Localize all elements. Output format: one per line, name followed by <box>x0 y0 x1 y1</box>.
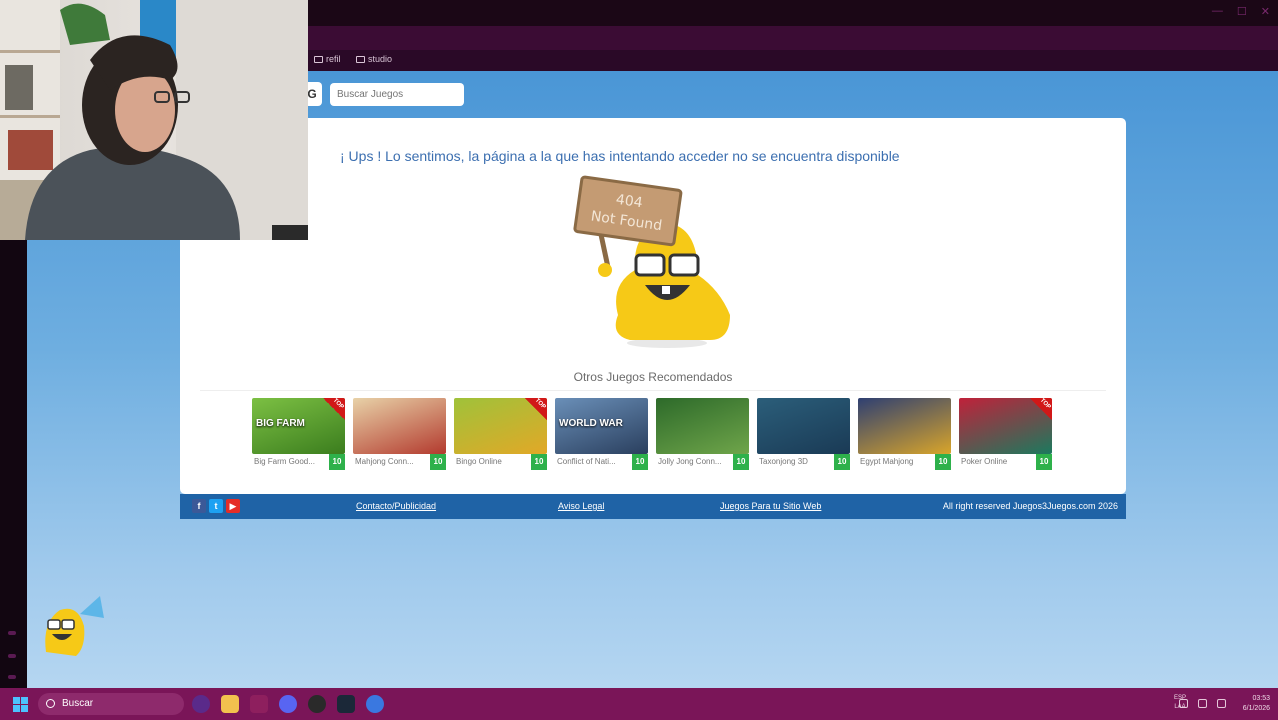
error-message: ¡ Ups ! Lo sentimos, la página a la que … <box>340 148 900 164</box>
network-icon[interactable] <box>1198 699 1207 708</box>
youtube-icon[interactable]: ▶ <box>226 499 240 513</box>
game-tile[interactable]: Egypt Mahjong 10 <box>858 398 951 470</box>
game-thumbnail[interactable] <box>353 398 446 454</box>
game-tile[interactable]: BIG FARM TOP Big Farm Good... 10 <box>252 398 345 470</box>
search-icon <box>46 699 55 708</box>
game-name[interactable]: Taxonjong 3D <box>759 457 833 466</box>
game-name[interactable]: Jolly Jong Conn... <box>658 457 732 466</box>
file-explorer-icon[interactable] <box>221 695 239 713</box>
language-code: ESP <box>1173 695 1186 701</box>
close-icon[interactable]: ✕ <box>1261 5 1270 18</box>
clock-date: 6/1/2026 <box>1242 705 1270 712</box>
game-tile[interactable]: TOP Bingo Online 10 <box>454 398 547 470</box>
taskbar-search-label: Buscar <box>62 698 94 709</box>
bookmark-label: studio <box>368 54 393 64</box>
game-name[interactable]: Conflict of Nati... <box>557 457 631 466</box>
copyright: All right reserved Juegos3Juegos.com 202… <box>942 501 1118 511</box>
site-footer: f t ▶ Contacto/Publicidad Aviso Legal Ju… <box>180 494 1126 519</box>
minimize-icon[interactable]: — <box>1212 5 1223 18</box>
game-score-badge: 10 <box>531 454 547 470</box>
bookmark-label: refil <box>326 54 341 64</box>
microphone-icon[interactable] <box>1217 699 1226 708</box>
mascot-illustration: 404 Not Found <box>573 175 730 348</box>
game-tile[interactable]: Jolly Jong Conn... 10 <box>656 398 749 470</box>
recommended-title: Otros Juegos Recomendados <box>573 370 733 384</box>
game-tile[interactable]: Mahjong Conn... 10 <box>353 398 446 470</box>
game-score-badge: 10 <box>632 454 648 470</box>
game-score-badge: 10 <box>834 454 850 470</box>
game-thumbnail[interactable]: TOP <box>959 398 1052 454</box>
game-name[interactable]: Egypt Mahjong <box>860 457 934 466</box>
bookmark-folder[interactable]: refil <box>314 54 341 64</box>
game-thumbnail[interactable] <box>858 398 951 454</box>
folder-icon <box>356 55 365 63</box>
games-for-site-link[interactable]: Juegos Para tu Sitio Web <box>720 501 821 511</box>
windows-taskbar: Buscar ESP LAA 03:53 6/1/2026 <box>0 688 1278 720</box>
top-badge: TOP <box>1030 398 1052 420</box>
keyboard-layout: LAA <box>1174 704 1186 710</box>
app-icon[interactable] <box>192 695 210 713</box>
webcam-feed <box>0 0 308 240</box>
game-score-badge: 10 <box>935 454 951 470</box>
game-thumbnail[interactable]: TOP <box>454 398 547 454</box>
game-name[interactable]: Big Farm Good... <box>254 457 328 466</box>
start-button[interactable] <box>13 697 28 712</box>
game-score-badge: 10 <box>733 454 749 470</box>
system-tray <box>1179 699 1226 708</box>
contact-link[interactable]: Contacto/Publicidad <box>356 501 436 511</box>
game-thumbnail[interactable]: WORLD WAR <box>555 398 648 454</box>
search-input[interactable] <box>330 83 464 106</box>
clock[interactable]: 03:53 6/1/2026 <box>1243 694 1270 714</box>
app-icon[interactable] <box>366 695 384 713</box>
game-name[interactable]: Mahjong Conn... <box>355 457 429 466</box>
game-name[interactable]: Poker Online <box>961 457 1035 466</box>
facebook-icon[interactable]: f <box>192 499 206 513</box>
recommended-games-list: BIG FARM TOP Big Farm Good... 10 Mahjong Con… <box>252 398 1052 470</box>
game-thumbnail[interactable] <box>656 398 749 454</box>
game-name[interactable]: Bingo Online <box>456 457 530 466</box>
maximize-icon[interactable]: ☐ <box>1237 5 1247 18</box>
game-tile[interactable]: TOP Poker Online 10 <box>959 398 1052 470</box>
discord-icon[interactable] <box>279 695 297 713</box>
clock-time: 03:53 <box>1252 695 1270 702</box>
language-indicator[interactable]: ESP LAA <box>1174 694 1186 712</box>
social-links: f t ▶ <box>192 499 240 513</box>
game-tile[interactable]: Taxonjong 3D 10 <box>757 398 850 470</box>
divider <box>200 390 1106 391</box>
side-panel-icon[interactable] <box>8 675 16 679</box>
top-badge: TOP <box>525 398 547 420</box>
game-score-badge: 10 <box>1036 454 1052 470</box>
game-thumbnail[interactable]: BIG FARM TOP <box>252 398 345 454</box>
game-thumbnail[interactable] <box>757 398 850 454</box>
browser-icon[interactable] <box>250 695 268 713</box>
game-tile[interactable]: WORLD WAR Conflict of Nati... 10 <box>555 398 648 470</box>
mascot-megaphone-icon[interactable] <box>38 592 108 660</box>
side-panel-icon[interactable] <box>8 631 16 635</box>
obs-icon[interactable] <box>308 695 326 713</box>
twitter-icon[interactable]: t <box>209 499 223 513</box>
game-score-badge: 10 <box>430 454 446 470</box>
taskbar-search[interactable]: Buscar <box>38 693 184 715</box>
window-controls: — ☐ ✕ <box>1212 5 1270 18</box>
game-thumbnail-title: BIG FARM <box>256 418 305 429</box>
webcam-overlay <box>0 0 308 240</box>
game-thumbnail-title: WORLD WAR <box>559 418 623 429</box>
folder-icon <box>314 55 323 63</box>
side-panel-icon[interactable] <box>8 654 16 658</box>
top-badge: TOP <box>323 398 345 420</box>
not-found-mascot: 404 Not Found <box>570 175 750 350</box>
steam-icon[interactable] <box>337 695 355 713</box>
game-score-badge: 10 <box>329 454 345 470</box>
bookmark-folder[interactable]: studio <box>356 54 392 64</box>
legal-link[interactable]: Aviso Legal <box>558 501 604 511</box>
